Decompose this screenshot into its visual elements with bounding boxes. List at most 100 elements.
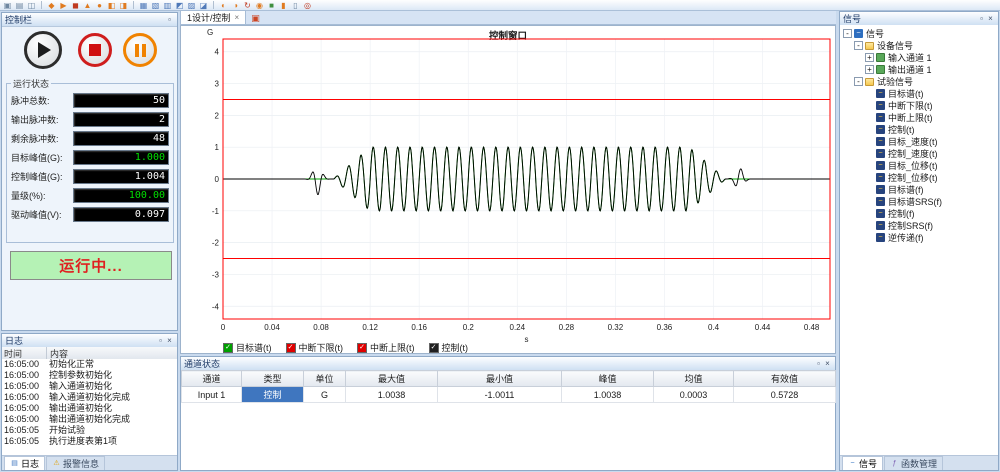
tree-item[interactable]: ~目标谱SRS(f) xyxy=(840,195,998,207)
tab-function-manager[interactable]: ƒ 函数管理 xyxy=(884,456,943,470)
toolbar-icon-21[interactable]: ■ xyxy=(267,1,276,10)
log-content: 控制参数初始化 xyxy=(46,370,177,381)
log-row[interactable]: 16:05:00输出通道初始化 xyxy=(2,403,177,414)
xtick-label: 0.28 xyxy=(559,323,575,332)
tree-item[interactable]: ~控制(t) xyxy=(840,123,998,135)
running-status: 运行中... xyxy=(10,251,172,280)
tree-item[interactable]: ~目标谱(f) xyxy=(840,183,998,195)
log-row[interactable]: 16:05:00输入通道初始化完成 xyxy=(2,392,177,403)
toolbar-icon-18[interactable]: ◑ xyxy=(231,1,240,10)
toolbar-icon-10[interactable]: ◨ xyxy=(119,1,128,10)
pin-icon[interactable]: ▫ xyxy=(165,15,174,24)
log-row[interactable]: 16:05:00控制参数初始化 xyxy=(2,370,177,381)
tree-item[interactable]: +输入通道 1 xyxy=(840,51,998,63)
toolbar-icon-3[interactable]: ◫ xyxy=(27,1,36,10)
tree-item[interactable]: ~目标_速度(t) xyxy=(840,135,998,147)
chart-legend: ✓目标谱(t) ✓中断下限(t) ✓中断上限(t) ✓控制(t) xyxy=(223,341,468,354)
legend-item[interactable]: ✓目标谱(t) xyxy=(223,341,272,354)
toolbar-icon-22[interactable]: ▮ xyxy=(279,1,288,10)
chart-window: 控制窗口 -4-3-2-10123400.040.080.120.160.20.… xyxy=(180,25,836,354)
tab-alarm[interactable]: ⚠ 报警信息 xyxy=(46,456,105,470)
tab-design-control[interactable]: 1设计/控制 × xyxy=(180,10,246,24)
close-icon[interactable]: × xyxy=(986,14,995,23)
folder-icon xyxy=(865,78,874,86)
toolbar-icon-8[interactable]: ● xyxy=(95,1,104,10)
toolbar-icon-20[interactable]: ◉ xyxy=(255,1,264,10)
legend-item[interactable]: ✓中断下限(t) xyxy=(286,341,344,354)
tree-expander-icon[interactable]: + xyxy=(865,53,874,62)
ytick-label: 0 xyxy=(215,175,220,184)
tree-expander-icon[interactable]: - xyxy=(854,41,863,50)
legend-item[interactable]: ✓控制(t) xyxy=(429,341,469,354)
pin-icon[interactable]: ▫ xyxy=(814,359,823,368)
xtick-label: 0.48 xyxy=(804,323,820,332)
tree-expander-icon[interactable]: - xyxy=(854,77,863,86)
tree-item[interactable]: ~中断下限(t) xyxy=(840,99,998,111)
tree-expander-icon[interactable]: - xyxy=(843,29,852,38)
toolbar-icon-9[interactable]: ◧ xyxy=(107,1,116,10)
toolbar-icon-19[interactable]: ↻ xyxy=(243,1,252,10)
close-icon[interactable]: × xyxy=(165,336,174,345)
toolbar-icon-6[interactable]: ◼ xyxy=(71,1,80,10)
stop-button[interactable] xyxy=(78,33,112,67)
cell: 0.0003 xyxy=(654,387,734,403)
xtick-label: 0.16 xyxy=(411,323,427,332)
tree-item[interactable]: ~目标谱(t) xyxy=(840,87,998,99)
toolbar-icon-16[interactable]: ◪ xyxy=(199,1,208,10)
log-tabstrip: ▤ 日志 ⚠ 报警信息 xyxy=(2,455,177,470)
tab-function-manager-label: 函数管理 xyxy=(901,457,937,470)
tree-item[interactable]: ~控制(f) xyxy=(840,207,998,219)
log-row[interactable]: 16:05:00初始化正常 xyxy=(2,359,177,370)
wave-icon: ~ xyxy=(876,209,885,218)
toolbar-icon-1[interactable]: ▣ xyxy=(3,1,12,10)
toolbar-icon-24[interactable]: ◎ xyxy=(303,1,312,10)
close-icon[interactable]: × xyxy=(823,359,832,368)
log-row[interactable]: 16:05:00输出通道初始化完成 xyxy=(2,414,177,425)
status-field: 驱动峰值(V):0.097 xyxy=(11,205,169,224)
log-content: 初始化正常 xyxy=(46,359,177,370)
tree-item[interactable]: ~控制_速度(t) xyxy=(840,147,998,159)
ytick-label: 1 xyxy=(215,143,220,152)
log-row[interactable]: 16:05:05执行进度表第1项 xyxy=(2,436,177,447)
xtick-label: 0.04 xyxy=(264,323,280,332)
toolbar-icon-2[interactable]: ▤ xyxy=(15,1,24,10)
tree-item[interactable]: +输出通道 1 xyxy=(840,63,998,75)
toolbar-icon-11[interactable]: ▦ xyxy=(139,1,148,10)
toolbar-icon-5[interactable]: ▶ xyxy=(59,1,68,10)
tree-item[interactable]: ~目标_位移(t) xyxy=(840,159,998,171)
legend-item[interactable]: ✓中断上限(t) xyxy=(357,341,415,354)
log-row[interactable]: 16:05:05开始试验 xyxy=(2,425,177,436)
column-header: 有效值 xyxy=(734,371,836,387)
toolbar-icon-17[interactable]: ◐ xyxy=(219,1,228,10)
toolbar-icon-7[interactable]: ▲ xyxy=(83,1,92,10)
pin-icon[interactable]: ▫ xyxy=(156,336,165,345)
start-button[interactable] xyxy=(24,31,62,69)
tree-item[interactable]: ~控制_位移(t) xyxy=(840,171,998,183)
y-axis-label: G xyxy=(207,28,213,37)
cell: 1.0038 xyxy=(346,387,438,403)
toolbar-icon-13[interactable]: ▥ xyxy=(163,1,172,10)
toolbar-icon-15[interactable]: ▨ xyxy=(187,1,196,10)
pin-icon[interactable]: ▫ xyxy=(977,14,986,23)
tree-item[interactable]: -设备信号 xyxy=(840,39,998,51)
log-time: 16:05:00 xyxy=(2,359,46,370)
pause-button[interactable] xyxy=(123,33,157,67)
toolbar-icon-4[interactable]: ◆ xyxy=(47,1,56,10)
toolbar-icon-14[interactable]: ◩ xyxy=(175,1,184,10)
tree-item[interactable]: ~控制SRS(f) xyxy=(840,219,998,231)
table-row[interactable]: Input 1控制G1.0038-1.00111.00380.00030.572… xyxy=(182,387,836,403)
tab-close-icon[interactable]: × xyxy=(235,13,240,22)
tree-item[interactable]: ~逆传递(f) xyxy=(840,231,998,243)
tree-item[interactable]: -试验信号 xyxy=(840,75,998,87)
window-capture-icon[interactable]: ▣ xyxy=(251,13,260,24)
toolbar: ▣▤◫ ◆▶◼▲●◧◨ ▦▧▥◩▨◪ ◐◑↻◉■▮▯◎ xyxy=(0,0,1000,11)
toolbar-icon-23[interactable]: ▯ xyxy=(291,1,300,10)
log-row[interactable]: 16:05:00输入通道初始化 xyxy=(2,381,177,392)
tab-signal[interactable]: ~ 信号 xyxy=(842,456,883,470)
tree-item[interactable]: -~信号 xyxy=(840,27,998,39)
toolbar-icon-12[interactable]: ▧ xyxy=(151,1,160,10)
tree-item[interactable]: ~中断上限(t) xyxy=(840,111,998,123)
tab-log[interactable]: ▤ 日志 xyxy=(4,456,45,470)
tree-expander-icon[interactable]: + xyxy=(865,65,874,74)
signal-tree: -~信号-设备信号+输入通道 1+输出通道 1-试验信号~目标谱(t)~中断下限… xyxy=(840,25,998,456)
